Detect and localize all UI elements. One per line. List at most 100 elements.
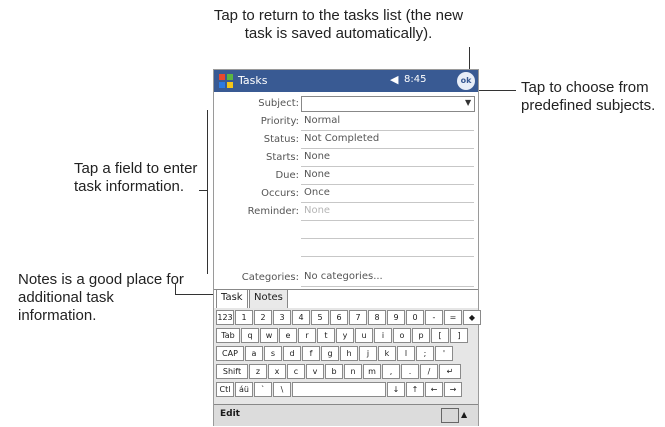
field-value[interactable]: None <box>304 169 330 180</box>
key[interactable]: g <box>321 346 339 361</box>
key[interactable]: / <box>420 364 438 379</box>
key[interactable]: r <box>298 328 316 343</box>
callout-line-notes <box>175 283 176 294</box>
field-blank <box>214 239 478 257</box>
up-arrow-key[interactable]: ↑ <box>406 382 424 397</box>
field-occurs[interactable]: Occurs: Once <box>214 185 478 203</box>
key[interactable]: ' <box>435 346 453 361</box>
subject-dropdown-arrow-icon[interactable]: ▼ <box>465 98 471 107</box>
accent-key[interactable]: áü <box>235 382 253 397</box>
shift-key[interactable]: Shift <box>216 364 248 379</box>
ctrl-key[interactable]: Ctl <box>216 382 234 397</box>
key[interactable]: k <box>378 346 396 361</box>
field-value[interactable]: No categories... <box>304 271 383 282</box>
key[interactable]: i <box>374 328 392 343</box>
key[interactable]: - <box>425 310 443 325</box>
field-label: Reminder: <box>247 206 299 217</box>
key[interactable]: f <box>302 346 320 361</box>
key[interactable]: 7 <box>349 310 367 325</box>
key[interactable]: = <box>444 310 462 325</box>
key[interactable]: ] <box>450 328 468 343</box>
key[interactable]: ` <box>254 382 272 397</box>
key[interactable]: h <box>340 346 358 361</box>
key[interactable]: 4 <box>292 310 310 325</box>
keyboard-icon[interactable] <box>441 408 459 423</box>
key[interactable]: m <box>363 364 381 379</box>
key[interactable]: \ <box>273 382 291 397</box>
pocket-pc-screen: Tasks ◀ 8:45 ok Subject: ▼ Priority: Nor… <box>213 69 481 426</box>
key[interactable]: v <box>306 364 324 379</box>
field-subject[interactable]: Subject: ▼ <box>214 95 478 113</box>
clock[interactable]: 8:45 <box>404 74 426 85</box>
backspace-key[interactable]: ◆ <box>463 310 481 325</box>
key[interactable]: 123 <box>216 310 234 325</box>
key[interactable]: w <box>260 328 278 343</box>
key[interactable]: u <box>355 328 373 343</box>
field-priority[interactable]: Priority: Normal <box>214 113 478 131</box>
key[interactable]: 3 <box>273 310 291 325</box>
field-value[interactable]: Not Completed <box>304 133 379 144</box>
field-label: Occurs: <box>261 188 299 199</box>
field-value[interactable]: None <box>304 205 330 216</box>
field-underline <box>301 256 474 257</box>
key[interactable]: . <box>401 364 419 379</box>
tab-notes[interactable]: Notes <box>249 290 288 309</box>
key[interactable]: [ <box>431 328 449 343</box>
callout-predefined-subjects: Tap to choose from predefined subjects. <box>521 79 656 114</box>
field-categories[interactable]: Categories: No categories... <box>214 269 478 287</box>
key[interactable]: x <box>268 364 286 379</box>
keyboard-row-2: Tab q w e r t y u i o p [ ] <box>216 328 469 343</box>
key[interactable]: z <box>249 364 267 379</box>
field-value[interactable]: Normal <box>304 115 340 126</box>
callout-bracket-tick <box>199 190 208 191</box>
key[interactable]: 2 <box>254 310 272 325</box>
caps-lock-key[interactable]: CAP <box>216 346 244 361</box>
subject-input[interactable] <box>301 96 475 112</box>
key[interactable]: d <box>283 346 301 361</box>
key[interactable]: 1 <box>235 310 253 325</box>
key[interactable]: n <box>344 364 362 379</box>
input-selector-arrow-icon[interactable]: ▲ <box>461 410 467 419</box>
down-arrow-key[interactable]: ↓ <box>387 382 405 397</box>
callout-bracket-left <box>207 110 208 274</box>
speaker-icon[interactable]: ◀ <box>390 73 398 86</box>
field-value[interactable]: Once <box>304 187 330 198</box>
tab-task[interactable]: Task <box>216 290 248 309</box>
key[interactable]: a <box>245 346 263 361</box>
key[interactable]: c <box>287 364 305 379</box>
space-key[interactable] <box>292 382 386 397</box>
field-reminder[interactable]: Reminder: None <box>214 203 478 221</box>
key[interactable]: y <box>336 328 354 343</box>
field-label: Status: <box>263 134 299 145</box>
key[interactable]: j <box>359 346 377 361</box>
enter-key[interactable]: ↵ <box>439 364 461 379</box>
key[interactable]: 6 <box>330 310 348 325</box>
key[interactable]: q <box>241 328 259 343</box>
key[interactable]: , <box>382 364 400 379</box>
start-menu-icon[interactable] <box>218 73 234 89</box>
field-starts[interactable]: Starts: None <box>214 149 478 167</box>
key[interactable]: l <box>397 346 415 361</box>
key[interactable]: 0 <box>406 310 424 325</box>
key[interactable]: p <box>412 328 430 343</box>
field-due[interactable]: Due: None <box>214 167 478 185</box>
key[interactable]: 9 <box>387 310 405 325</box>
key[interactable]: o <box>393 328 411 343</box>
key[interactable]: 5 <box>311 310 329 325</box>
tab-key[interactable]: Tab <box>216 328 240 343</box>
left-arrow-key[interactable]: ← <box>425 382 443 397</box>
key[interactable]: s <box>264 346 282 361</box>
key[interactable]: ; <box>416 346 434 361</box>
field-underline <box>301 286 474 287</box>
key[interactable]: b <box>325 364 343 379</box>
field-status[interactable]: Status: Not Completed <box>214 131 478 149</box>
ok-button[interactable]: ok <box>457 72 475 90</box>
key[interactable]: 8 <box>368 310 386 325</box>
key[interactable]: t <box>317 328 335 343</box>
right-arrow-key[interactable]: → <box>444 382 462 397</box>
field-value[interactable]: None <box>304 151 330 162</box>
edit-menu[interactable]: Edit <box>220 409 240 419</box>
app-title: Tasks <box>238 74 268 87</box>
callout-tap-field: Tap a field to enter task information. <box>74 160 198 195</box>
key[interactable]: e <box>279 328 297 343</box>
